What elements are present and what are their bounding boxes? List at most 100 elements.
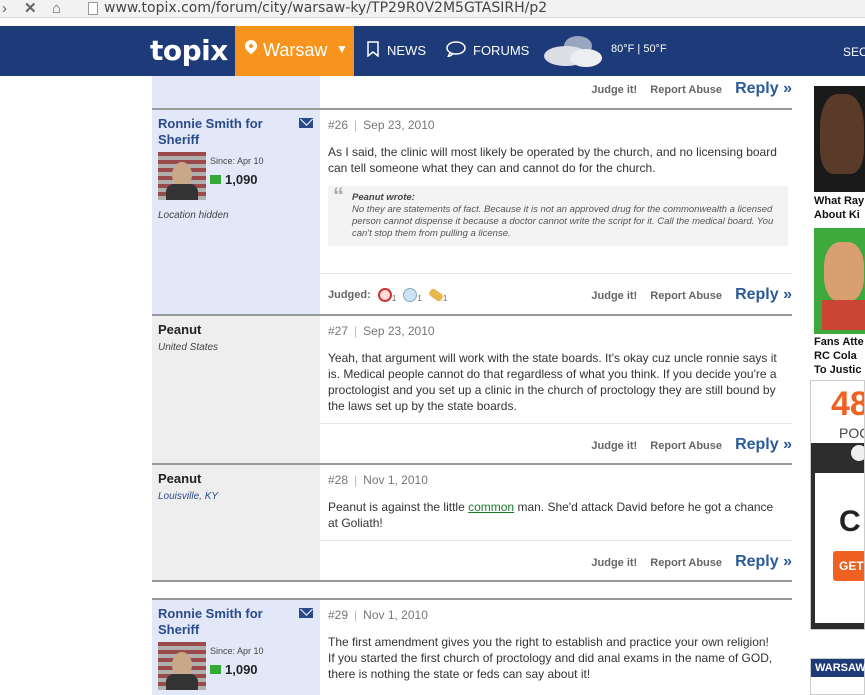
avatar[interactable] bbox=[158, 152, 206, 200]
quoted-reply: “ Peanut wrote: No they are statements o… bbox=[328, 183, 788, 246]
judge-it-link[interactable]: Judge it! bbox=[591, 557, 637, 569]
post-number[interactable]: #27 bbox=[328, 324, 348, 338]
avatar[interactable] bbox=[158, 642, 206, 690]
post-actions: Judge it! Report Abuse Reply » bbox=[591, 553, 792, 571]
post-text: As I said, the clinic will most likely b… bbox=[328, 145, 777, 175]
site-header: topix Warsaw ▼ NEWS FORUMS 80°F | 50°F S… bbox=[0, 26, 865, 76]
judge-it-link[interactable]: Judge it! bbox=[591, 440, 637, 452]
post-date: Sep 23, 2010 bbox=[363, 324, 435, 338]
warsaw-widget-header[interactable]: WARSAW bbox=[811, 659, 865, 677]
post-footer: Judge it! Report Abuse Reply » bbox=[320, 423, 792, 465]
post-actions: Judge it! Report Abuse Reply » bbox=[591, 436, 792, 454]
location-pin-icon bbox=[242, 37, 260, 55]
report-abuse-link[interactable]: Report Abuse bbox=[650, 440, 722, 452]
lightbulb-icon[interactable] bbox=[403, 288, 418, 302]
post-content: #29 | Nov 1, 2010 The first amendment give… bbox=[320, 600, 792, 695]
nav-section-cut[interactable]: SEC bbox=[843, 45, 865, 59]
ad-caption-2[interactable]: Fans Atte RC Cola To Justic bbox=[814, 335, 864, 377]
member-since: Since: Apr 10 bbox=[210, 156, 264, 166]
ad-get-button[interactable]: GET bbox=[833, 551, 864, 581]
post-count[interactable]: 1,090 bbox=[210, 662, 258, 677]
author-name[interactable]: Peanut bbox=[158, 322, 288, 338]
ad-big-number: 48 bbox=[831, 385, 864, 423]
ad-caption-line: About Ki bbox=[814, 209, 860, 221]
post-content: #28 | Nov 1, 2010 Peanut is against the li… bbox=[320, 465, 792, 580]
home-icon[interactable]: ⌂ bbox=[52, 0, 61, 17]
report-abuse-link[interactable]: Report Abuse bbox=[650, 84, 722, 96]
reply-button[interactable]: Reply » bbox=[735, 80, 792, 97]
post-text-line: If you started the first church of proct… bbox=[328, 651, 773, 681]
report-abuse-link[interactable]: Report Abuse bbox=[650, 290, 722, 302]
mail-icon[interactable] bbox=[299, 608, 313, 618]
post-count-value: 1,090 bbox=[225, 172, 258, 187]
judge-it-link[interactable]: Judge it! bbox=[591, 84, 637, 96]
ad-caption-1[interactable]: What Ray About Ki bbox=[814, 194, 864, 222]
forum-post: Ronnie Smith for Sheriff Since: Apr 10 1… bbox=[152, 598, 792, 695]
author-name[interactable]: Ronnie Smith for Sheriff bbox=[158, 606, 288, 638]
author-location: Location hidden bbox=[158, 210, 229, 221]
ad-caption-line: What Ray bbox=[814, 195, 865, 207]
author-name[interactable]: Peanut bbox=[158, 471, 288, 487]
previous-post-footer: Judge it! Report Abuse Reply » bbox=[152, 76, 792, 108]
avatar-body bbox=[166, 674, 198, 690]
post-count[interactable]: 1,090 bbox=[210, 172, 258, 187]
author-location[interactable]: Louisville, KY bbox=[158, 491, 218, 502]
forum-post: Peanut United States #27 | Sep 23, 2010 Ye… bbox=[152, 314, 792, 463]
reply-button[interactable]: Reply » bbox=[735, 436, 792, 453]
ad-image-1[interactable] bbox=[814, 86, 865, 192]
post-text: Yeah, that argument will work with the s… bbox=[328, 351, 777, 413]
post-meta: #28 | Nov 1, 2010 bbox=[328, 473, 428, 487]
url-field[interactable]: www.topix.com/forum/city/warsaw-ky/TP29R… bbox=[104, 0, 547, 17]
quote-author: Peanut wrote: bbox=[352, 192, 415, 203]
judged-count-2: 1 bbox=[417, 294, 422, 304]
post-content: #26 | Sep 23, 2010 As I said, the clinic w… bbox=[320, 110, 792, 314]
post-footer: Judged: 1 1 1 Judge it! Report Abuse Rep… bbox=[320, 273, 792, 316]
report-abuse-link[interactable]: Report Abuse bbox=[650, 557, 722, 569]
ad-white-panel bbox=[815, 473, 864, 623]
ad-caption-line: To Justic bbox=[814, 364, 862, 376]
post-text-line: The first amendment gives you the right … bbox=[328, 635, 769, 649]
post-number[interactable]: #26 bbox=[328, 118, 348, 132]
forum-thread: Judge it! Report Abuse Reply » Ronnie Sm… bbox=[152, 76, 792, 695]
post-number[interactable]: #29 bbox=[328, 608, 348, 622]
forums-icon bbox=[446, 41, 466, 57]
quote-icon: “ bbox=[333, 183, 344, 208]
post-text-before: Peanut is against the little bbox=[328, 500, 469, 514]
city-selector[interactable]: Warsaw ▼ bbox=[235, 26, 354, 76]
reply-button[interactable]: Reply » bbox=[735, 286, 792, 303]
ad-dial bbox=[851, 445, 864, 461]
banned-icon[interactable] bbox=[377, 288, 392, 302]
ad-headline: C bbox=[839, 505, 861, 538]
weather-temps[interactable]: 80°F | 50°F bbox=[611, 43, 667, 55]
post-number[interactable]: #28 bbox=[328, 473, 348, 487]
author-name[interactable]: Ronnie Smith for Sheriff bbox=[158, 116, 288, 148]
cloud-weather-icon bbox=[544, 36, 602, 67]
warsaw-widget: WARSAW bbox=[810, 658, 865, 695]
peanut-icon[interactable] bbox=[427, 287, 444, 303]
post-footer: Judge it! Report Abuse Reply » bbox=[320, 540, 792, 582]
comment-icon bbox=[210, 175, 221, 184]
news-icon bbox=[367, 41, 379, 57]
nav-news[interactable]: NEWS bbox=[387, 43, 426, 58]
post-text: The first amendment gives you the right … bbox=[328, 634, 784, 682]
ad-image-2[interactable] bbox=[814, 228, 865, 334]
banner-ad[interactable]: 48 POC C GET bbox=[810, 380, 865, 630]
post-meta: #26 | Sep 23, 2010 bbox=[328, 118, 435, 132]
stop-icon[interactable]: ✕ bbox=[24, 0, 37, 17]
browser-address-bar: › ✕ ⌂ www.topix.com/forum/city/warsaw-ky… bbox=[0, 0, 865, 18]
mail-icon[interactable] bbox=[299, 118, 313, 128]
judge-it-link[interactable]: Judge it! bbox=[591, 290, 637, 302]
forum-post: Ronnie Smith for Sheriff Since: Apr 10 1… bbox=[152, 108, 792, 314]
author-panel: Ronnie Smith for Sheriff Since: Apr 10 1… bbox=[152, 110, 320, 314]
quote-text: No they are statements of fact. Because … bbox=[352, 204, 774, 239]
reply-button[interactable]: Reply » bbox=[735, 553, 792, 570]
inline-link[interactable]: common bbox=[468, 500, 514, 514]
city-name: Warsaw bbox=[263, 40, 328, 60]
topix-logo[interactable]: topix bbox=[150, 34, 228, 67]
ad-caption-line: Fans Atte bbox=[814, 336, 864, 348]
nav-forums[interactable]: FORUMS bbox=[473, 43, 529, 58]
comment-icon bbox=[210, 665, 221, 674]
post-meta: #29 | Nov 1, 2010 bbox=[328, 608, 428, 622]
forward-icon[interactable]: › bbox=[2, 0, 7, 17]
judged-count-3: 1 bbox=[442, 294, 448, 304]
